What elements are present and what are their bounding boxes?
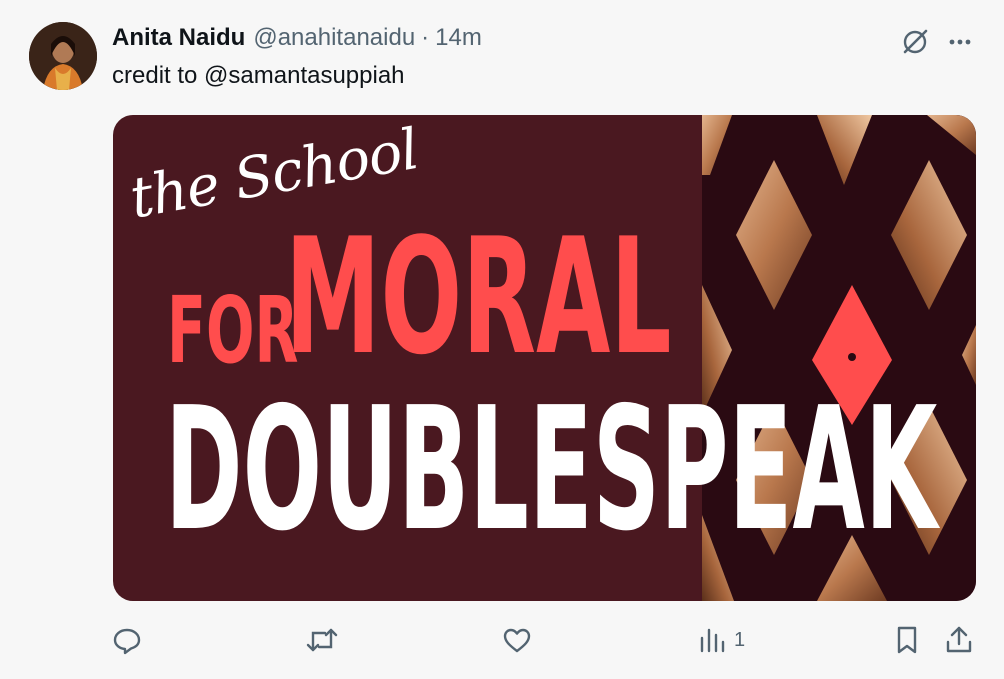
more-icon[interactable] [942,24,978,60]
share-button[interactable] [944,620,974,660]
timestamp[interactable]: 14m [435,24,482,52]
share-icon [946,626,972,653]
title-for: FOR [167,277,299,384]
action-bar: 1 [0,620,1004,660]
media-background: the School FOR MORAL DOUBLESPEAK [113,115,976,601]
tweet-header: Anita Naidu @anahitanaidu · 14m [112,24,482,54]
tweet-text: credit to @samantasuppiah [112,62,405,89]
title-doublespeak: DOUBLESPEAK [165,371,938,569]
title-moral: MORAL [285,203,672,390]
tweet-media-image[interactable]: the School FOR MORAL DOUBLESPEAK [113,115,976,601]
bookmark-icon [897,626,917,654]
author-handle[interactable]: @anahitanaidu [253,24,415,52]
reply-icon [113,628,141,655]
views-icon [700,628,725,653]
like-button[interactable] [501,620,533,660]
views-button[interactable]: 1 [698,620,745,660]
views-count: 1 [734,628,746,651]
retweet-button[interactable] [305,620,339,660]
separator-dot: · [421,24,430,51]
avatar[interactable] [29,22,97,90]
reply-button[interactable] [111,620,143,660]
title-line-1: FOR MORAL [167,217,929,377]
author-name[interactable]: Anita Naidu [112,24,245,52]
bookmark-button[interactable] [893,620,921,660]
retweet-icon [306,628,338,652]
like-icon [503,628,531,653]
grok-icon[interactable] [897,24,933,60]
